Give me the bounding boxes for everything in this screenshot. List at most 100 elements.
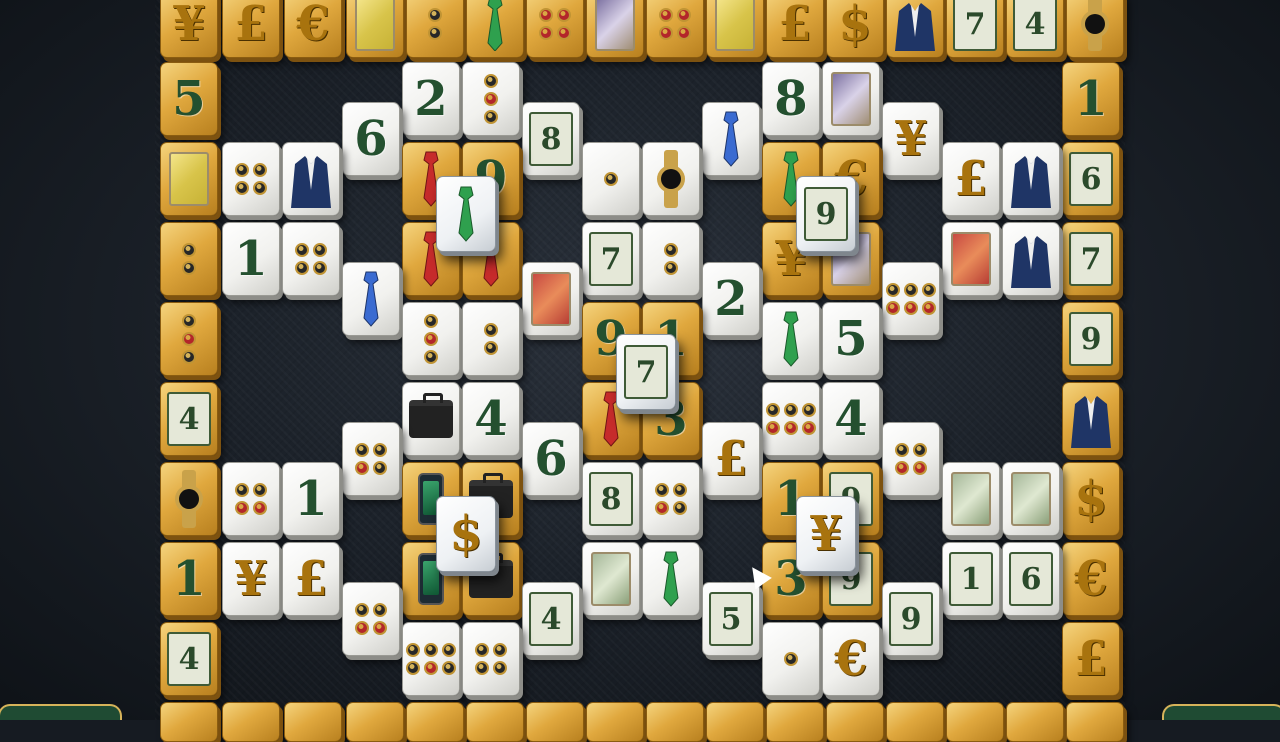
tile[interactable]: € <box>284 0 342 58</box>
tile-bill[interactable]: 7 <box>582 222 640 296</box>
tile-coins[interactable] <box>160 302 218 376</box>
tile[interactable]: 1 <box>1062 62 1120 136</box>
right-corner-panel[interactable] <box>1162 704 1280 720</box>
tile-tie[interactable] <box>702 102 760 176</box>
tile-note[interactable] <box>822 62 880 136</box>
tile-pound-note[interactable] <box>522 262 580 336</box>
tile-coins[interactable] <box>762 622 820 696</box>
tile[interactable] <box>826 702 884 742</box>
tile-coins[interactable] <box>526 0 584 58</box>
tile[interactable]: ¥ <box>160 0 218 58</box>
tile-note[interactable] <box>586 0 644 58</box>
tile[interactable]: ¥ <box>882 102 940 176</box>
tile-suit[interactable] <box>1002 222 1060 296</box>
tile[interactable] <box>1006 702 1064 742</box>
tile[interactable] <box>766 702 824 742</box>
tile-bill[interactable]: 9 <box>882 582 940 656</box>
tile[interactable]: £ <box>766 0 824 58</box>
tile-bill[interactable]: 4 <box>522 582 580 656</box>
tile[interactable]: 6 <box>342 102 400 176</box>
tile-coins[interactable] <box>160 222 218 296</box>
tile[interactable]: 5 <box>160 62 218 136</box>
tile-bill[interactable]: 5 <box>702 582 760 656</box>
tile[interactable]: ¥ <box>222 542 280 616</box>
tile-bill[interactable]: 4 <box>1006 0 1064 58</box>
tile-coins[interactable] <box>342 582 400 656</box>
tile[interactable]: € <box>1062 542 1120 616</box>
tile-tie-top[interactable] <box>436 176 496 252</box>
tile-coins[interactable] <box>582 142 640 216</box>
tile-watch[interactable] <box>1066 0 1124 58</box>
tile[interactable]: 2 <box>402 62 460 136</box>
tile[interactable]: 4 <box>822 382 880 456</box>
tile-coins[interactable] <box>882 422 940 496</box>
tile-coins[interactable] <box>882 262 940 336</box>
tile[interactable] <box>946 702 1004 742</box>
tile-coins[interactable] <box>342 422 400 496</box>
tile-briefcase[interactable] <box>402 382 460 456</box>
left-corner-panel[interactable] <box>0 704 122 720</box>
tile[interactable] <box>222 702 280 742</box>
tile[interactable]: 8 <box>762 62 820 136</box>
tile[interactable] <box>886 702 944 742</box>
tile-bill[interactable]: 8 <box>582 462 640 536</box>
tile[interactable]: 5 <box>822 302 880 376</box>
tile-coins[interactable] <box>282 222 340 296</box>
tile[interactable] <box>466 702 524 742</box>
tile-coins[interactable] <box>222 142 280 216</box>
tile-bill-top[interactable]: 9 <box>796 176 856 252</box>
tile-coins[interactable] <box>762 382 820 456</box>
tile-suit[interactable] <box>282 142 340 216</box>
tile-coins[interactable] <box>462 302 520 376</box>
tile-coins[interactable] <box>642 222 700 296</box>
tile[interactable] <box>406 702 464 742</box>
tile-euro-note[interactable] <box>706 0 764 58</box>
tile[interactable]: 2 <box>702 262 760 336</box>
tile-dollar-note[interactable] <box>1002 462 1060 536</box>
tile[interactable]: 6 <box>522 422 580 496</box>
tile-coins[interactable] <box>462 62 520 136</box>
tile-coins[interactable] <box>646 0 704 58</box>
tile-bill[interactable]: 6 <box>1002 542 1060 616</box>
tile[interactable] <box>1066 702 1124 742</box>
tile[interactable] <box>526 702 584 742</box>
tile[interactable]: £ <box>702 422 760 496</box>
tile[interactable]: £ <box>942 142 1000 216</box>
tile-euro-note[interactable] <box>160 142 218 216</box>
tile-tie[interactable] <box>466 0 524 58</box>
tile-bill[interactable]: 7 <box>1062 222 1120 296</box>
tile-coins[interactable] <box>402 302 460 376</box>
tile-dollar-note[interactable] <box>582 542 640 616</box>
tile-bill[interactable]: 7 <box>946 0 1004 58</box>
tile-bill[interactable]: 4 <box>160 622 218 696</box>
tile[interactable]: € <box>822 622 880 696</box>
tile-suit[interactable] <box>1002 142 1060 216</box>
tile-bill[interactable]: 1 <box>942 542 1000 616</box>
tile[interactable]: £ <box>222 0 280 58</box>
tile[interactable] <box>284 702 342 742</box>
tile-coins[interactable] <box>222 462 280 536</box>
tile-bill[interactable]: 9 <box>1062 302 1120 376</box>
tile-tie[interactable] <box>342 262 400 336</box>
tile-suit[interactable] <box>886 0 944 58</box>
tile[interactable]: $ <box>826 0 884 58</box>
tile[interactable]: 1 <box>222 222 280 296</box>
tile[interactable]: £ <box>282 542 340 616</box>
tile[interactable]: $ <box>1062 462 1120 536</box>
tile-dollar-top[interactable]: $ <box>436 496 496 572</box>
tile-watch[interactable] <box>642 142 700 216</box>
tile-dollar-note[interactable] <box>942 462 1000 536</box>
tile-yen-top[interactable]: ¥ <box>796 496 856 572</box>
tile-bill[interactable]: 8 <box>522 102 580 176</box>
tile-watch[interactable] <box>160 462 218 536</box>
tile[interactable] <box>160 702 218 742</box>
tile-coins[interactable] <box>462 622 520 696</box>
tile-pound-note[interactable] <box>942 222 1000 296</box>
tile[interactable]: 1 <box>160 542 218 616</box>
tile[interactable] <box>346 702 404 742</box>
tile[interactable]: £ <box>1062 622 1120 696</box>
tile-bill[interactable]: 6 <box>1062 142 1120 216</box>
tile-coins[interactable] <box>642 462 700 536</box>
tile-suit[interactable] <box>1062 382 1120 456</box>
tile-euro-note[interactable] <box>346 0 404 58</box>
